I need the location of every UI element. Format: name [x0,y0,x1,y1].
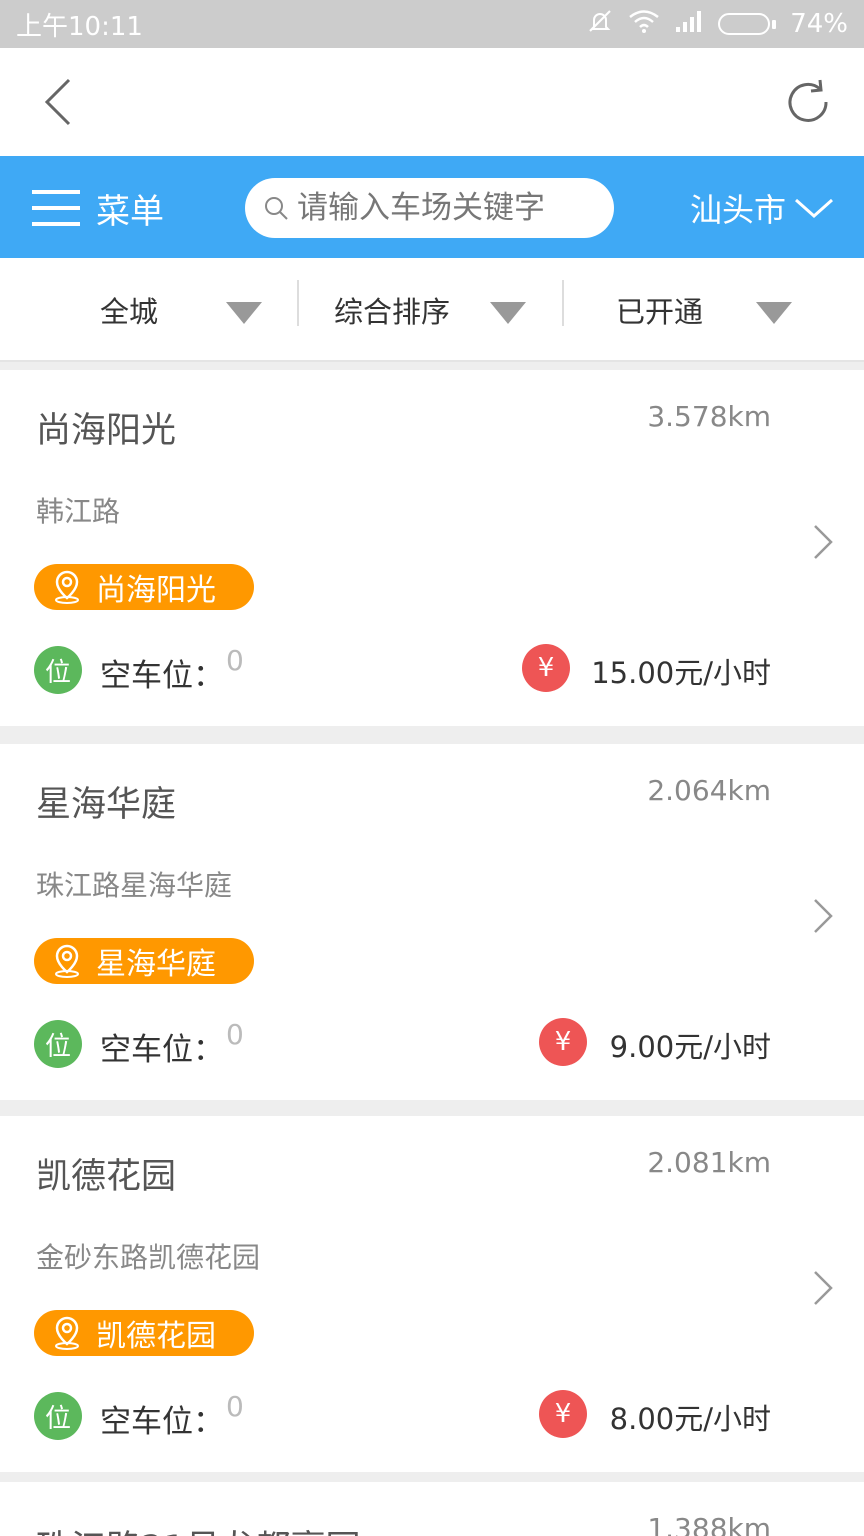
vacancy-label: 空车位： [100,1032,224,1068]
filter-divider [297,280,299,326]
hamburger-icon [32,190,80,226]
location-pin-icon [55,1316,79,1350]
lot-tag-label: 星海华庭 [96,947,216,982]
search-icon [265,197,288,220]
triangle-down-icon [226,302,262,324]
lot-distance: 1.388km [647,1512,771,1536]
vacancy-count: 0 [226,644,244,677]
mute-icon [586,7,614,42]
status-time: 上午10:11 [16,11,143,42]
yen-icon: ¥ [539,1390,587,1438]
menu-label: 菜单 [96,191,164,232]
filter-bar: 全城 综合排序 已开通 [0,258,864,362]
parking-lot-card[interactable]: 尚海阳光 3.578km 韩江路 尚海阳光 位 空车位： 0 ¥ 15.00元/… [0,370,864,726]
triangle-down-icon [756,302,792,324]
location-pin-icon [55,944,79,978]
yen-icon: ¥ [539,1018,587,1066]
vacancy-count: 0 [226,1390,244,1423]
lot-distance: 2.081km [647,1146,771,1179]
chevron-left-icon [44,78,71,126]
parking-lot-card[interactable]: 星海华庭 2.064km 珠江路星海华庭 星海华庭 位 空车位： 0 ¥ 9.0… [0,744,864,1100]
lot-tag-label: 尚海阳光 [96,573,216,608]
refresh-icon [788,79,828,122]
lot-tag: 星海华庭 [34,938,254,984]
parking-space-icon: 位 [34,646,82,694]
lot-name: 珠江路21号龙都豪园 [36,1520,361,1536]
battery-icon [718,13,777,35]
back-button[interactable] [28,70,88,134]
vacancy-count: 0 [226,1018,244,1051]
lot-name: 尚海阳光 [36,411,177,451]
filter-area[interactable]: 全城 [100,258,300,362]
search-input[interactable] [297,190,597,226]
wifi-icon [628,8,660,41]
filter-area-label: 全城 [100,295,159,329]
chevron-right-icon [814,899,833,933]
lot-tag-label: 凯德花园 [96,1319,216,1354]
signal-icon [674,9,704,40]
vacancy-label: 空车位： [100,1404,224,1440]
lot-price: 9.00元/小时 [609,1030,771,1064]
parking-lot-card[interactable]: 凯德花园 2.081km 金砂东路凯德花园 凯德花园 位 空车位： 0 ¥ 8.… [0,1116,864,1472]
top-nav [0,48,864,156]
chevron-right-icon [814,525,833,559]
search-bar-area: 菜单 汕头市 [0,156,864,258]
lot-price: 8.00元/小时 [609,1402,771,1436]
filter-divider [562,280,564,326]
location-pin-icon [55,570,79,604]
lot-price: 15.00元/小时 [591,656,771,690]
parking-space-icon: 位 [34,1020,82,1068]
parking-space-icon: 位 [34,1392,82,1440]
filter-status-label: 已开通 [616,295,704,329]
lot-tag: 尚海阳光 [34,564,254,610]
lot-address: 金砂东路凯德花园 [36,1241,261,1274]
filter-sort[interactable]: 综合排序 [334,258,564,362]
city-label: 汕头市 [689,191,786,229]
refresh-button[interactable] [776,70,840,134]
menu-button[interactable]: 菜单 [32,184,164,232]
chevron-right-icon [814,1271,833,1305]
lot-tag: 凯德花园 [34,1310,254,1356]
triangle-down-icon [490,302,526,324]
filter-status[interactable]: 已开通 [616,258,816,362]
lot-address: 韩江路 [36,495,121,528]
battery-percent: 74% [790,9,848,39]
lot-name: 星海华庭 [36,785,177,825]
parking-lot-card[interactable]: 珠江路21号龙都豪园 1.388km [0,1482,864,1536]
lot-name: 凯德花园 [36,1157,177,1197]
chevron-down-icon [795,198,833,219]
city-selector[interactable]: 汕头市 [690,184,834,232]
vacancy-label: 空车位： [100,658,224,694]
lot-distance: 2.064km [647,774,771,807]
status-bar: 上午10:11 74% [0,0,864,48]
filter-sort-label: 综合排序 [334,295,451,329]
lot-distance: 3.578km [647,400,771,433]
lot-address: 珠江路星海华庭 [36,869,233,902]
yen-icon: ¥ [522,644,570,692]
search-box[interactable] [245,178,614,238]
